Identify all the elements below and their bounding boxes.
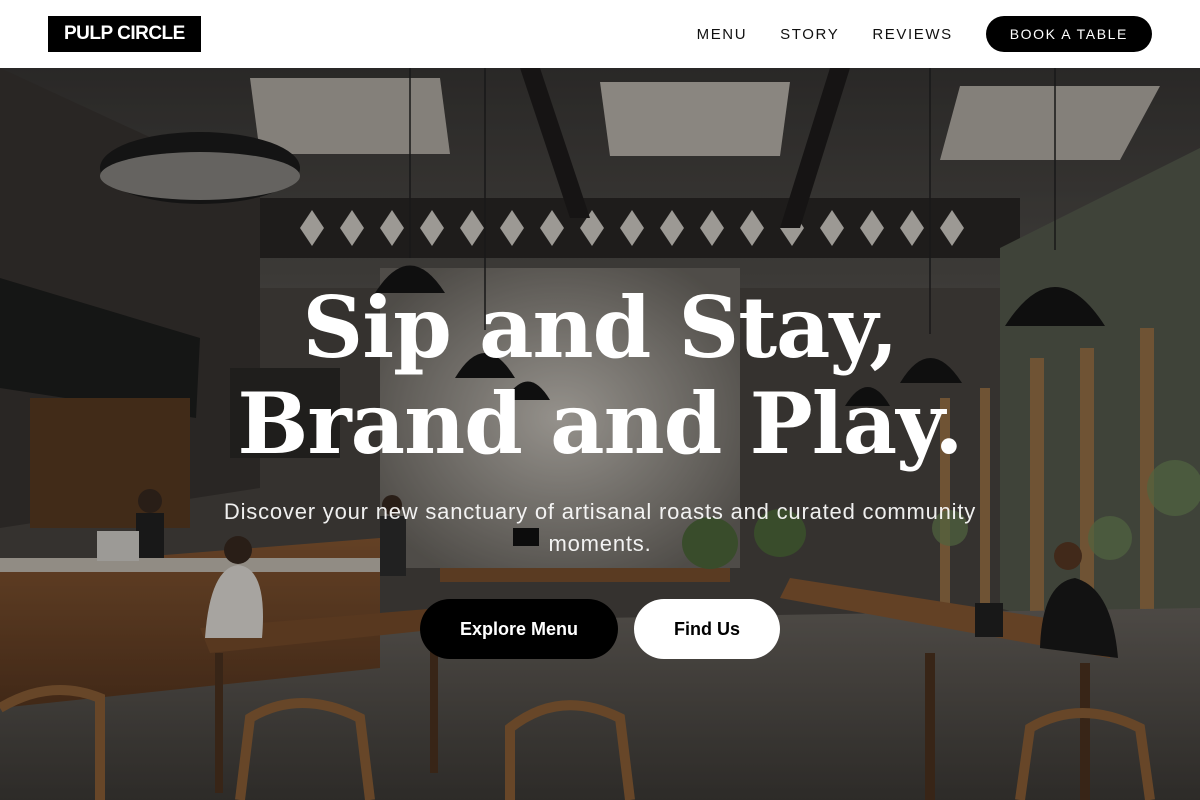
main-nav: MENU STORY REVIEWS [697, 26, 953, 43]
nav-link-reviews[interactable]: REVIEWS [872, 26, 952, 43]
explore-menu-button[interactable]: Explore Menu [419, 599, 619, 659]
book-a-table-button[interactable]: BOOK A TABLE [985, 16, 1152, 52]
nav-link-story[interactable]: STORY [780, 26, 839, 43]
brand-logo[interactable]: PULP CIRCLE [48, 16, 201, 52]
hero-subtitle: Discover your new sanctuary of artisanal… [223, 499, 977, 556]
hero-headline-line1: Sip and Stay, [302, 278, 899, 377]
hero-cta-group: Explore Menu Find Us [0, 599, 1200, 659]
hero-headline-line2: Brand and Play. [237, 374, 963, 473]
top-navigation-bar: PULP CIRCLE MENU STORY REVIEWS BOOK A TA… [0, 0, 1200, 68]
find-us-button[interactable]: Find Us [634, 599, 781, 659]
hero-headline: Sip and Stay, Brand and Play. [0, 280, 1200, 472]
nav-link-menu[interactable]: MENU [697, 26, 748, 43]
hero-section: Sip and Stay, Brand and Play. Discover y… [0, 68, 1200, 800]
